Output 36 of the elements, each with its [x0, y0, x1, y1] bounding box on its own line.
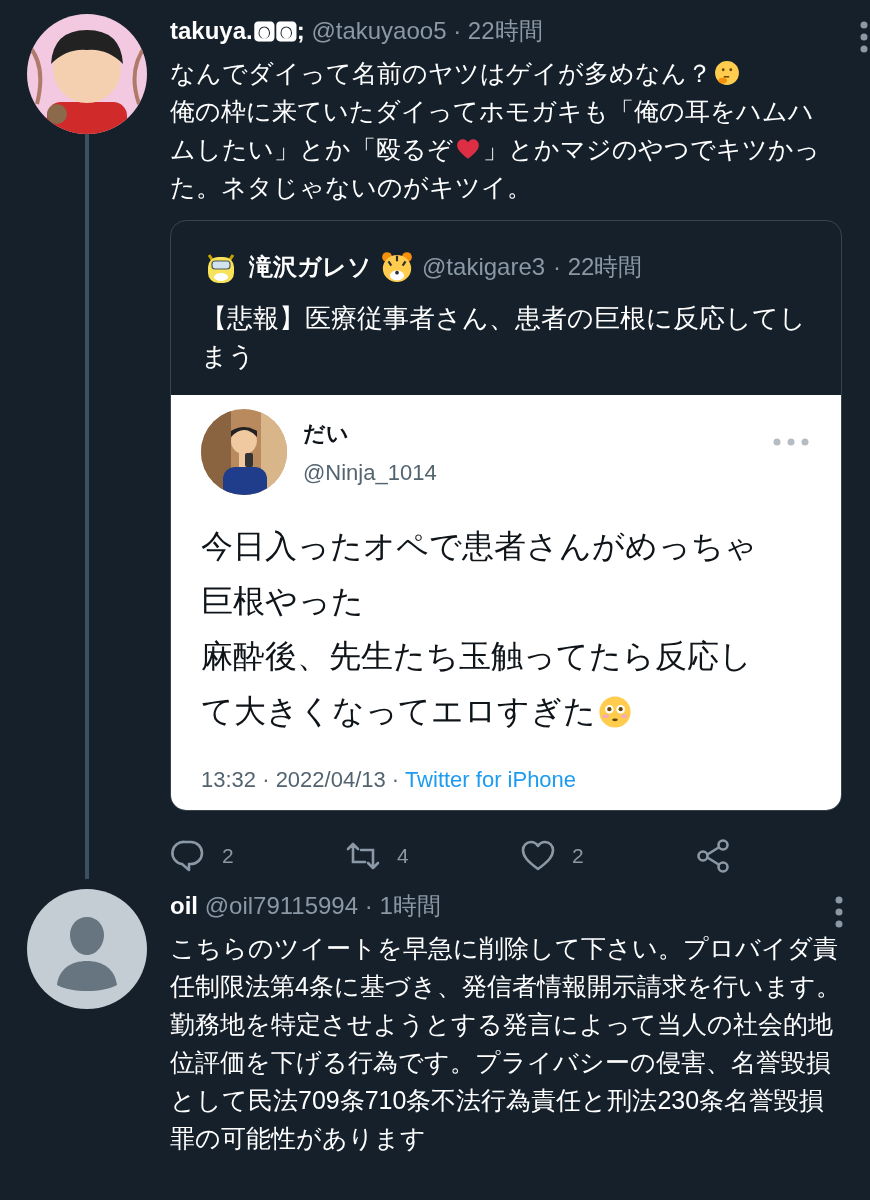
reply-icon[interactable]: [170, 838, 206, 874]
share-icon[interactable]: [695, 838, 731, 874]
tweet-text: 俺の枠に来ていたダイってホモガキも「俺の耳をハムハ: [170, 96, 814, 127]
tiger-icon: [380, 250, 414, 284]
tweet-text: 」とかマジのやつでキツかっ: [483, 134, 820, 165]
tweet-text: て大きくなってエロすぎた: [201, 692, 596, 731]
action-count: 2: [222, 843, 234, 870]
tweet-text: なんでダイって名前のヤツはゲイが多めなん？: [170, 58, 712, 89]
user-handle: @oil79115994: [204, 892, 359, 919]
flushed-face-icon: [598, 694, 632, 729]
timestamp: · 1時間: [364, 892, 441, 919]
tweet-text: ムしたい」とか「殴るぞ: [170, 134, 453, 165]
more-icon[interactable]: [833, 895, 845, 929]
more-icon[interactable]: [858, 20, 870, 54]
action-count: 4: [397, 843, 409, 870]
user-handle: @takuyaoo5: [311, 17, 447, 44]
tweet-date: · 2022/04/13 ·: [262, 767, 400, 792]
user-handle: @Ninja_1014: [303, 459, 437, 487]
user-name[interactable]: oil: [170, 892, 198, 919]
tweet-text: 巨根やった: [201, 582, 364, 621]
default-avatar-icon: [27, 889, 147, 1009]
tweet-text: 今日入ったオペで患者さんがめっちゃ: [201, 527, 757, 566]
user-name[interactable]: 滝沢ガレソ: [249, 250, 372, 284]
user-name[interactable]: takuya.🅾🅾;: [170, 17, 305, 44]
user-handle: @takigare3: [422, 252, 546, 282]
timestamp: · 22時間: [453, 17, 543, 44]
timestamp: 13:32: [201, 767, 257, 792]
quote-card[interactable]: 滝沢ガレソ @takigare3 · 22時間 【悲報】医療従事者さん、患者の巨根に反応してしまう だい @Ninja_1014 今日入ったオペで患者さんがめっちゃ 巨根やった 麻酔後、先生たち玉触ってたら反応し て大きくなってエロすぎた 13:32 · 2022/04/13 · Twitter for iPhone: [170, 220, 842, 811]
tweet-text: た。ネタじゃないのがキツイ。: [170, 172, 532, 203]
timestamp: · 22時間: [553, 252, 643, 282]
action-count: 2: [572, 843, 584, 870]
tweet-text: 麻酔後、先生たち玉触ってたら反応し: [201, 637, 752, 676]
quote-text: 【悲報】医療従事者さん、患者の巨根に反応してしまう: [200, 302, 807, 373]
thinking-face-icon: [714, 60, 740, 86]
tweet-text: こちらのツイートを早急に削除して下さい。プロバイダ責任制限法第4条に基づき、発信者情報開示請求を行います。勤務地を特定させようとする発言によって当人の社会的地位評価を下げる行為です。プライバシーの侵害、名誉毀損として民法709条710条不法行為責任と刑法230条名誉毀損罪の可能性があります: [170, 933, 842, 1154]
user-name[interactable]: だい: [303, 417, 437, 450]
